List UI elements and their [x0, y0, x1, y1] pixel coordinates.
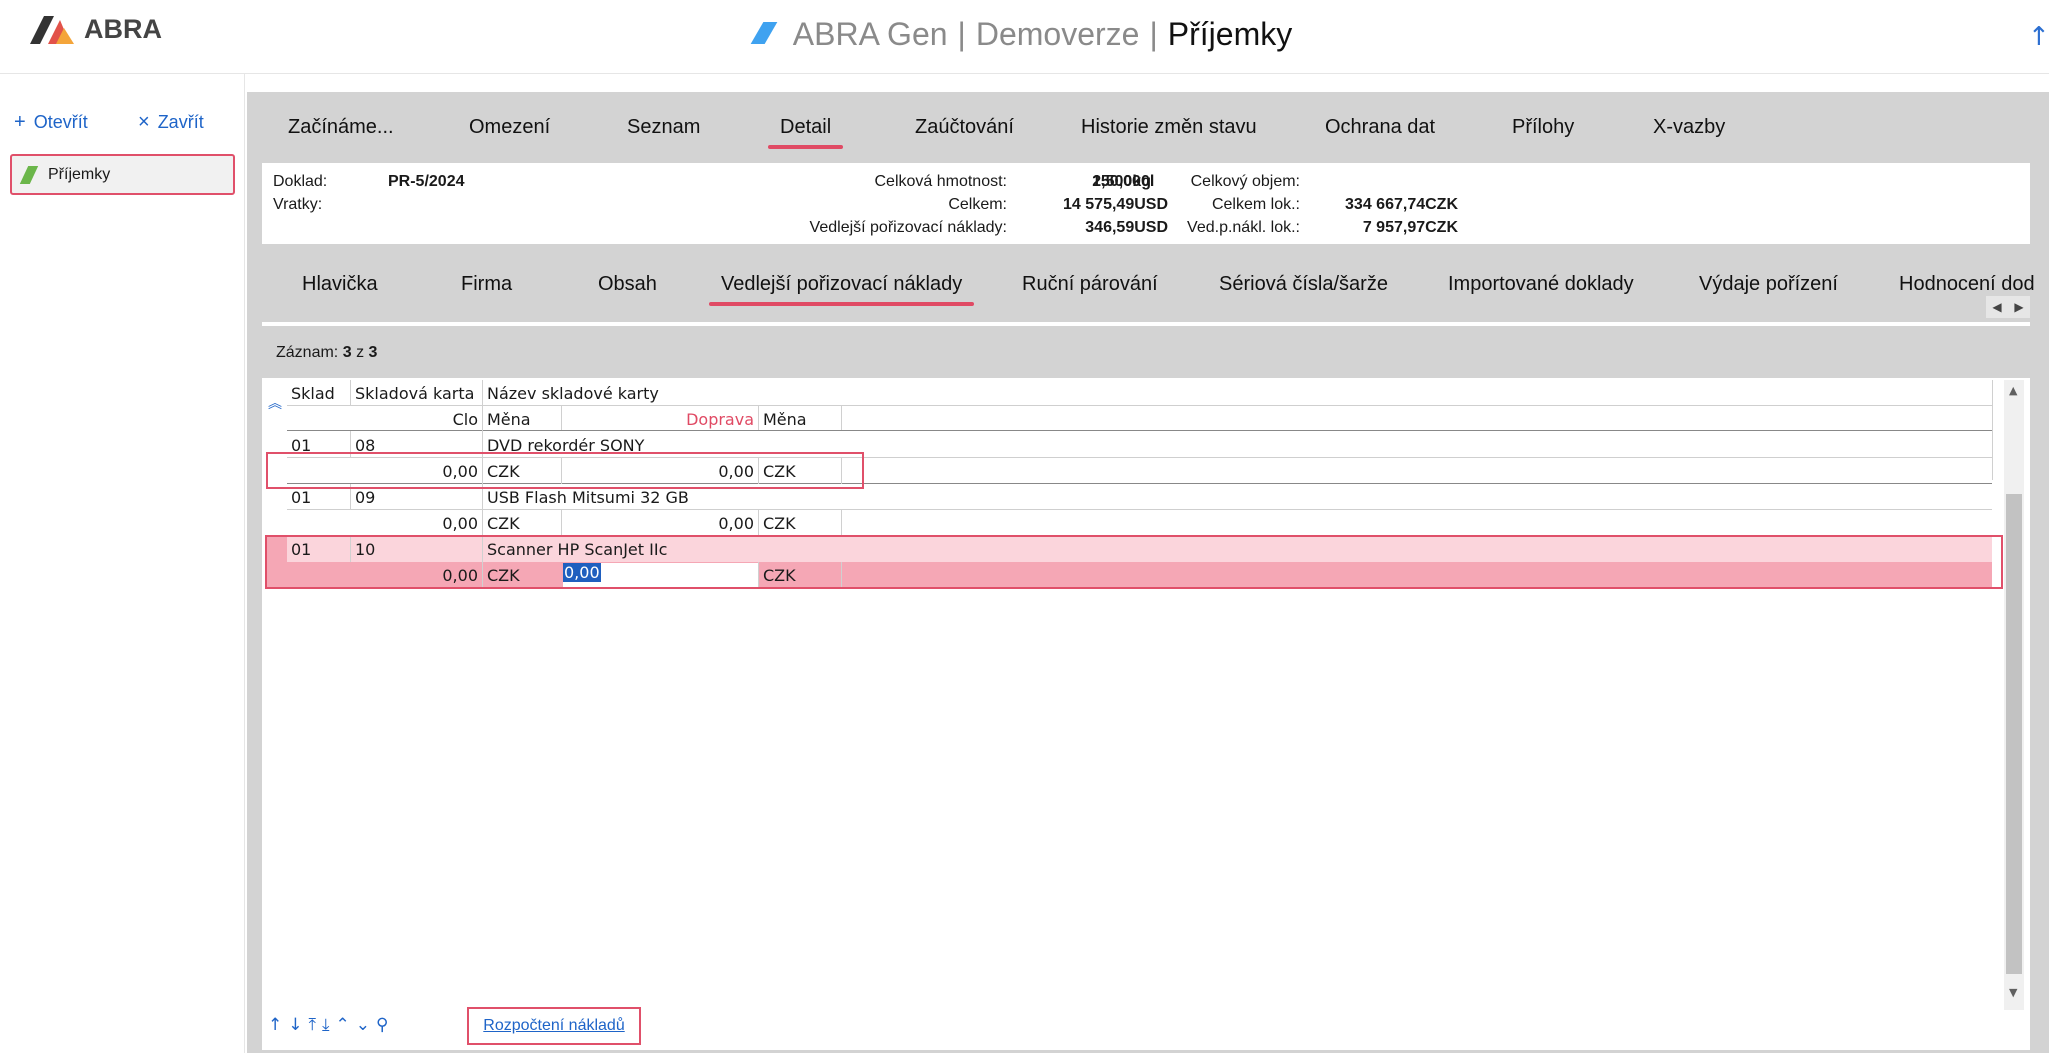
record-counter: Záznam: 3 z 3: [262, 326, 2030, 378]
tab-zauctovani[interactable]: Zaúčtování: [915, 116, 1014, 139]
scroll-thumb[interactable]: [2006, 494, 2022, 974]
tab-detail[interactable]: Detail: [767, 116, 844, 149]
celkem-value: 14 575,49USD: [1063, 196, 1168, 213]
header-nazev[interactable]: Název skladové karty: [487, 384, 659, 403]
tab-seznam[interactable]: Seznam: [627, 116, 700, 139]
sidebar-item-prijemky[interactable]: Příjemky: [10, 154, 235, 195]
row2-karta[interactable]: 09: [355, 488, 375, 507]
header-mena2[interactable]: Měna: [763, 410, 807, 429]
open-label: Otevřít: [33, 112, 88, 132]
subtab-hlavicka[interactable]: Hlavička: [302, 273, 378, 296]
celkem-lok-value: 334 667,74CZK: [1345, 196, 1458, 213]
tab-ochrana-dat[interactable]: Ochrana dat: [1325, 116, 1435, 139]
selected-row-frame: [265, 535, 2003, 589]
sidebar-item-label: Příjemky: [48, 165, 111, 183]
header-karta[interactable]: Skladová karta: [355, 384, 474, 403]
vpn-label: Vedlejší pořizovací náklady:: [809, 219, 1007, 236]
nav-up-icon[interactable]: ↑: [268, 1015, 288, 1035]
doklad-value: PR-5/2024: [388, 173, 465, 190]
scroll-up-icon[interactable]: ▲: [2009, 384, 2017, 397]
collapse-icon[interactable]: ︽: [268, 393, 282, 413]
arrow-up-icon[interactable]: ↑: [2028, 22, 2049, 52]
nav-last-icon[interactable]: ⤓: [322, 1015, 336, 1035]
subtab-vydaje-porizeni[interactable]: Výdaje pořízení: [1699, 273, 1838, 296]
close-button[interactable]: × Zavřít: [138, 111, 204, 134]
highlight-box-row1: [266, 452, 864, 489]
vratky-label: Vratky:: [273, 196, 323, 213]
objem-label: Celkový objem:: [1190, 173, 1300, 190]
row2-mena2[interactable]: CZK: [763, 514, 796, 533]
record-total: 3: [368, 344, 378, 361]
search-icon[interactable]: ⚲: [376, 1015, 394, 1035]
record-label: Záznam:: [276, 344, 339, 361]
subtab-hodnoceni-dod[interactable]: Hodnocení dod: [1899, 273, 2035, 296]
header-sklad[interactable]: Sklad: [291, 384, 335, 403]
close-label: Zavřít: [157, 112, 204, 132]
tab-historie[interactable]: Historie změn stavu: [1081, 116, 1257, 139]
tab-zaciname[interactable]: Začínáme...: [288, 116, 394, 139]
doklad-label: Doklad:: [273, 173, 328, 190]
hmotnost-label: Celková hmotnost:: [874, 173, 1007, 190]
header-doprava[interactable]: Doprava: [565, 410, 754, 429]
record-of: z: [356, 344, 365, 361]
title-edition: Demoverze: [975, 16, 1140, 52]
celkem-label: Celkem:: [948, 196, 1007, 213]
subtab-firma[interactable]: Firma: [461, 273, 512, 296]
tabs-scroll-left-icon[interactable]: ◀: [1986, 296, 2008, 318]
title-app: ABRA Gen: [792, 16, 948, 52]
nav-prev-icon[interactable]: ⌃: [336, 1015, 356, 1035]
close-icon: ×: [138, 111, 150, 133]
row2-sklad[interactable]: 01: [291, 488, 311, 507]
subtab-importovane-doklady[interactable]: Importované doklady: [1448, 273, 1634, 296]
subtab-obsah[interactable]: Obsah: [598, 273, 657, 296]
open-button[interactable]: + Otevřít: [14, 111, 88, 134]
subtab-rucni-parovani[interactable]: Ruční párování: [1022, 273, 1158, 296]
sidebar: [0, 74, 245, 1053]
header-clo[interactable]: Clo: [355, 410, 478, 429]
vpn-lok-value: 7 957,97CZK: [1362, 219, 1458, 236]
plus-icon: +: [14, 111, 26, 133]
vpn-lok-label: Ved.p.nákl. lok.:: [1187, 219, 1300, 236]
document-info-panel: Doklad: PR-5/2024 Vratky: Celková hmotno…: [262, 163, 2030, 244]
nav-first-icon[interactable]: ⤒: [309, 1015, 323, 1035]
row2-nazev[interactable]: USB Flash Mitsumi 32 GB: [487, 488, 689, 507]
rozpocteni-nakladu-button[interactable]: Rozpočtení nákladů: [467, 1007, 641, 1045]
agenda-leaf-icon: [19, 165, 39, 184]
row2-mena1[interactable]: CZK: [487, 514, 520, 533]
page-title: ABRA Gen | Demoverze | Příjemky: [0, 16, 2049, 53]
record-navigation: ↑↓⤒⤓⌃⌄⚲: [268, 1015, 394, 1035]
row2-clo[interactable]: 0,00: [355, 514, 478, 533]
title-agenda: Příjemky: [1167, 16, 1293, 52]
subtab-vedlejsi-naklady[interactable]: Vedlejší pořizovací náklady: [708, 273, 975, 306]
top-bar: ABRA ABRA Gen | Demoverze | Příjemky ↑: [0, 0, 2049, 74]
tab-x-vazby[interactable]: X-vazby: [1653, 116, 1725, 139]
tabs-scroll-right-icon[interactable]: ▶: [2008, 296, 2030, 318]
subtab-seriova-cisla[interactable]: Sériová čísla/šarže: [1219, 273, 1388, 296]
nav-next-icon[interactable]: ⌄: [356, 1015, 376, 1035]
scroll-down-icon[interactable]: ▼: [2009, 986, 2017, 999]
header-mena1[interactable]: Měna: [487, 410, 531, 429]
nav-down-icon[interactable]: ↓: [288, 1015, 308, 1035]
record-current: 3: [342, 344, 352, 361]
row2-doprava[interactable]: 0,00: [565, 514, 754, 533]
objem-value: 150,000l: [1092, 173, 1155, 190]
tab-omezeni[interactable]: Omezení: [469, 116, 550, 139]
tab-prilohy[interactable]: Přílohy: [1512, 116, 1574, 139]
vpn-value: 346,59USD: [1085, 219, 1168, 236]
celkem-lok-label: Celkem lok.:: [1211, 196, 1300, 213]
gen-slash-icon: [750, 22, 778, 44]
